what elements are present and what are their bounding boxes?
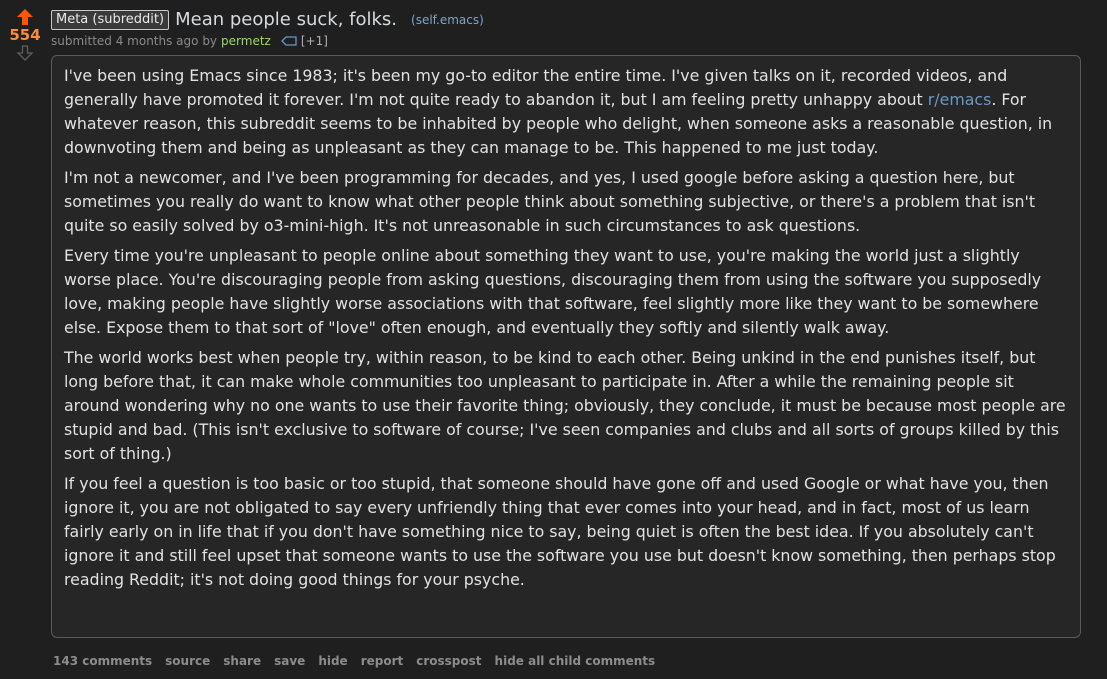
hide-child-comments-link[interactable]: hide all child comments bbox=[495, 654, 656, 668]
title-row: Meta (subreddit) Mean people suck, folks… bbox=[51, 9, 484, 30]
post-body: I've been using Emacs since 1983; it's b… bbox=[51, 55, 1081, 638]
source-link[interactable]: source bbox=[165, 654, 210, 668]
subreddit-link[interactable]: r/emacs bbox=[928, 90, 992, 109]
crosspost-link[interactable]: crosspost bbox=[416, 654, 481, 668]
hide-link[interactable]: hide bbox=[318, 654, 347, 668]
report-link[interactable]: report bbox=[361, 654, 404, 668]
post-page: 554 Meta (subreddit) Mean people suck, f… bbox=[0, 0, 1107, 679]
body-paragraph-4: The world works best when people try, wi… bbox=[64, 348, 1066, 463]
comments-link[interactable]: 143 comments bbox=[53, 654, 152, 668]
score: 554 bbox=[9, 26, 41, 44]
submitted-text: submitted 4 months ago by bbox=[51, 34, 218, 48]
tag-count[interactable]: [+1] bbox=[301, 34, 328, 48]
downvote-arrow-icon[interactable] bbox=[16, 44, 34, 62]
body-paragraph-2: I'm not a newcomer, and I've been progra… bbox=[64, 168, 1036, 235]
post-domain[interactable]: (self.emacs) bbox=[411, 13, 484, 27]
tag-icon[interactable] bbox=[280, 36, 297, 46]
upvote-arrow-icon[interactable] bbox=[16, 8, 34, 26]
vote-column: 554 bbox=[6, 8, 44, 62]
body-paragraph-1: I've been using Emacs since 1983; it's b… bbox=[64, 64, 1070, 160]
body-paragraph-3: Every time you're unpleasant to people o… bbox=[64, 246, 1042, 337]
share-link[interactable]: share bbox=[223, 654, 261, 668]
body-text: I've been using Emacs since 1983; it's b… bbox=[64, 66, 1008, 109]
author-link[interactable]: permetz bbox=[221, 34, 271, 48]
post-buttons: 143 comments source share save hide repo… bbox=[53, 654, 668, 668]
post-title[interactable]: Mean people suck, folks. bbox=[175, 9, 397, 30]
save-link[interactable]: save bbox=[274, 654, 305, 668]
tagline: submitted 4 months ago by permetz [+1] bbox=[51, 34, 328, 48]
post-flair[interactable]: Meta (subreddit) bbox=[51, 9, 170, 30]
body-paragraph-5: If you feel a question is too basic or t… bbox=[64, 474, 1056, 589]
